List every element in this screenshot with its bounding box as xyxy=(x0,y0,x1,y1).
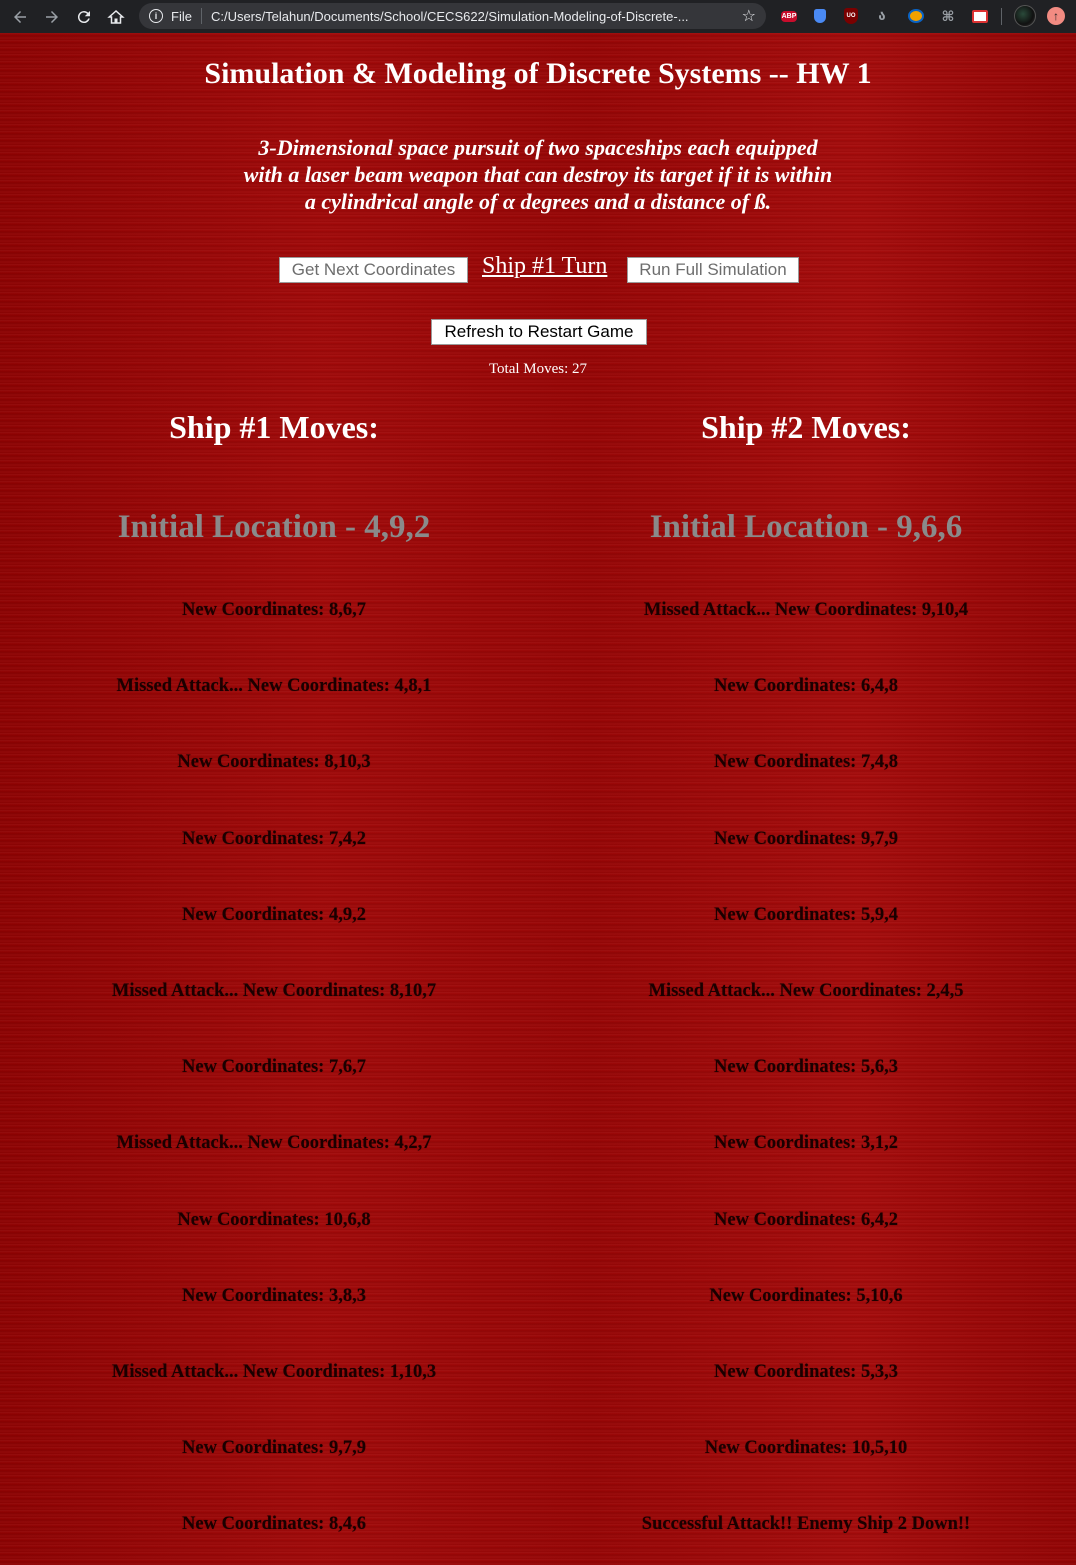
ship2-move: New Coordinates: 5,9,4 xyxy=(714,904,898,925)
ship2-initial-location: Initial Location - 9,6,6 xyxy=(649,509,963,545)
ship2-move: New Coordinates: 7,4,8 xyxy=(714,752,898,773)
ublock-icon[interactable]: UO xyxy=(841,6,861,26)
ship2-column: Ship #2 Moves: Initial Location - 9,6,6 … xyxy=(537,405,1075,1565)
ship1-move: New Coordinates: 8,6,7 xyxy=(182,600,366,620)
abp-icon[interactable]: ABP xyxy=(779,6,799,26)
page-description: 3-Dimensional space pursuit of two space… xyxy=(188,134,888,215)
ship2-move: New Coordinates: 3,1,2 xyxy=(714,1133,898,1154)
grammar-icon[interactable]: ა xyxy=(872,6,892,26)
ship1-move: New Coordinates: 3,8,3 xyxy=(182,1285,366,1306)
ship1-heading: Ship #1 Moves: xyxy=(169,409,379,445)
ship2-move: New Coordinates: 6,4,8 xyxy=(714,676,898,697)
run-full-simulation-button[interactable]: Run Full Simulation xyxy=(627,257,799,283)
ship1-move: New Coordinates: 4,9,2 xyxy=(182,904,366,925)
ship2-heading: Ship #2 Moves: xyxy=(701,409,911,445)
ship2-move: New Coordinates: 6,4,2 xyxy=(714,1209,898,1230)
ship2-move: Successful Attack!! Enemy Ship 2 Down!! xyxy=(641,1514,971,1535)
ship1-move: New Coordinates: 7,4,2 xyxy=(182,828,366,849)
ship1-move: Missed Attack... New Coordinates: 8,10,7 xyxy=(111,980,437,1001)
refresh-restart-button[interactable]: Refresh to Restart Game xyxy=(431,319,647,345)
turn-indicator: Ship #1 Turn xyxy=(482,253,608,279)
ship1-move: Missed Attack... New Coordinates: 4,2,7 xyxy=(116,1133,432,1154)
owl-icon[interactable] xyxy=(906,6,926,26)
ship1-initial-location: Initial Location - 4,9,2 xyxy=(117,509,431,545)
get-next-coordinates-button[interactable]: Get Next Coordinates xyxy=(279,257,468,283)
ship2-move: New Coordinates: 5,3,3 xyxy=(714,1361,898,1382)
shield-icon[interactable] xyxy=(810,6,830,26)
browser-toolbar: i File C:/Users/Telahun/Documents/School… xyxy=(0,0,1076,33)
page-title: Simulation & Modeling of Discrete System… xyxy=(204,57,872,90)
reload-icon[interactable] xyxy=(72,5,96,29)
ship2-move: Missed Attack... New Coordinates: 2,4,5 xyxy=(648,980,964,1001)
total-moves: Total Moves: 27 xyxy=(488,361,588,377)
ship1-move: New Coordinates: 8,4,6 xyxy=(182,1514,366,1535)
home-icon[interactable] xyxy=(104,5,128,29)
ship2-move: New Coordinates: 5,6,3 xyxy=(714,1057,898,1078)
ship1-move: New Coordinates: 8,10,3 xyxy=(177,752,371,773)
ship1-move: Missed Attack... New Coordinates: 1,10,3 xyxy=(111,1361,437,1382)
page-content: Simulation & Modeling of Discrete System… xyxy=(0,33,1076,1565)
ship2-moves-list: Missed Attack... New Coordinates: 9,10,4… xyxy=(537,600,1075,1565)
ship2-move: New Coordinates: 9,7,9 xyxy=(714,828,898,849)
ship1-moves-list: New Coordinates: 8,6,7 Missed Attack... … xyxy=(5,600,543,1565)
mail-icon[interactable] xyxy=(970,6,990,26)
toolbar-divider xyxy=(1001,8,1002,25)
ship1-move: New Coordinates: 7,6,7 xyxy=(182,1057,366,1078)
description-line-3: a cylindrical angle of α degrees and a d… xyxy=(304,189,772,214)
controls-row: Get Next Coordinates Ship #1 Turn Run Fu… xyxy=(0,253,1076,285)
url-text[interactable]: C:/Users/Telahun/Documents/School/CECS62… xyxy=(211,9,726,24)
back-arrow-icon[interactable] xyxy=(8,5,32,29)
ship1-move: New Coordinates: 10,6,8 xyxy=(177,1209,371,1230)
ship1-column: Ship #1 Moves: Initial Location - 4,9,2 … xyxy=(5,405,543,1565)
forward-arrow-icon[interactable] xyxy=(40,5,64,29)
info-icon[interactable]: i xyxy=(149,9,163,23)
ship1-move: Missed Attack... New Coordinates: 4,8,1 xyxy=(116,676,432,697)
profile-avatar[interactable] xyxy=(1014,5,1036,27)
address-bar[interactable]: i File C:/Users/Telahun/Documents/School… xyxy=(139,3,766,29)
ship2-move: Missed Attack... New Coordinates: 9,10,4 xyxy=(643,600,969,620)
pdf-icon[interactable]: ⌘ xyxy=(938,6,958,26)
ship2-move: New Coordinates: 10,5,10 xyxy=(704,1438,908,1459)
ship2-move: New Coordinates: 5,10,6 xyxy=(709,1285,903,1306)
update-icon[interactable]: ↑ xyxy=(1047,7,1065,25)
bookmark-star-icon[interactable]: ☆ xyxy=(742,6,756,26)
ship1-move: New Coordinates: 9,7,9 xyxy=(182,1438,366,1459)
omnibox-divider xyxy=(200,8,202,24)
url-scheme: File xyxy=(171,8,192,24)
description-line-1: 3-Dimensional space pursuit of two space… xyxy=(258,135,818,160)
description-line-2: with a laser beam weapon that can destro… xyxy=(243,162,833,187)
